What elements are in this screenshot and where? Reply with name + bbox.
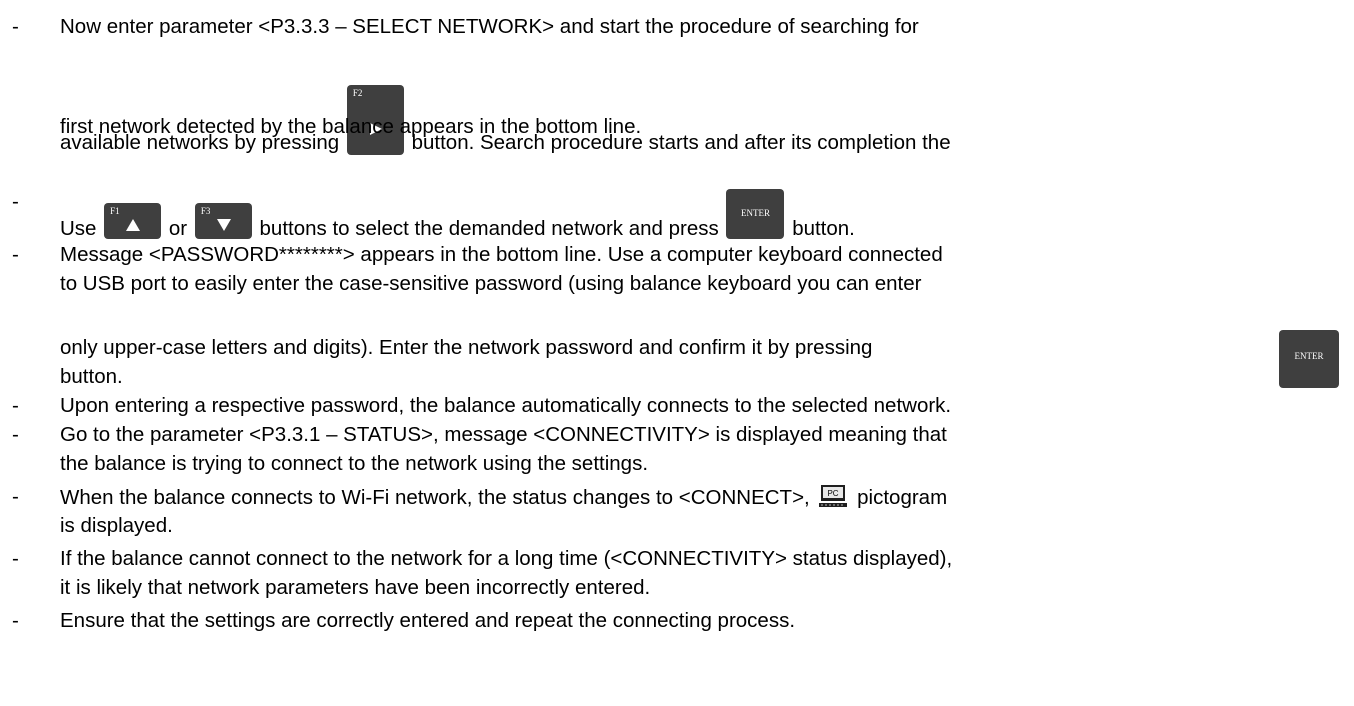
text-line: only upper-case letters and digits). Ent… xyxy=(60,336,873,359)
svg-text:PC: PC xyxy=(828,489,839,498)
bullet: - xyxy=(12,394,19,417)
bullet: - xyxy=(12,485,19,508)
text-line: is displayed. xyxy=(60,514,173,537)
enter-key-icon: ENTER xyxy=(726,189,785,239)
text-line: it is likely that network parameters hav… xyxy=(60,576,651,599)
list-item: - If the balance cannot connect to the n… xyxy=(12,546,1342,600)
enter-key-icon: ENTER xyxy=(1279,330,1339,388)
text-line: to USB port to easily enter the case-sen… xyxy=(60,272,922,295)
list-item: - Go to the parameter <P3.3.1 – STATUS>,… xyxy=(12,422,1342,476)
down-arrow-icon xyxy=(216,219,231,231)
list-item: - Use F1 or F3 buttons to select the dem… xyxy=(12,177,1342,240)
pc-icon: PC xyxy=(819,484,848,514)
text-line: Ensure that the settings are correctly e… xyxy=(60,609,796,632)
list-item: - When the balance connects to Wi-Fi net… xyxy=(12,484,1342,538)
bullet: - xyxy=(12,190,19,213)
text-line: When the balance connects to Wi-Fi netwo… xyxy=(60,484,947,514)
bullet: - xyxy=(12,423,19,446)
f3-key-icon: F3 xyxy=(194,203,252,239)
text-line: the balance is trying to connect to the … xyxy=(60,452,649,475)
document-page: - Now enter parameter <P3.3.3 – SELECT N… xyxy=(0,0,1354,706)
text-line: If the balance cannot connect to the net… xyxy=(60,547,953,570)
bullet: - xyxy=(12,609,19,632)
f1-key-icon: F1 xyxy=(104,203,162,239)
text-line: first network detected by the balance ap… xyxy=(60,115,642,138)
list-item: - Upon entering a respective password, t… xyxy=(12,393,1342,419)
text-line: Use F1 or F3 buttons to select the deman… xyxy=(60,189,855,241)
bullet: - xyxy=(12,547,19,570)
up-arrow-icon xyxy=(126,219,141,231)
list-item: - Ensure that the settings are correctly… xyxy=(12,608,1342,634)
text-line: button. xyxy=(60,365,123,388)
text-line: Now enter parameter <P3.3.3 – SELECT NET… xyxy=(60,15,919,38)
text-line: Message <PASSWORD********> appears in th… xyxy=(60,243,943,266)
text-line: Upon entering a respective password, the… xyxy=(60,394,952,417)
bullet: - xyxy=(12,15,19,38)
text-line: Go to the parameter <P3.3.1 – STATUS>, m… xyxy=(60,423,947,446)
bullet: - xyxy=(12,243,19,266)
list-item: - Now enter parameter <P3.3.3 – SELECT N… xyxy=(12,11,1342,161)
list-item: - Message <PASSWORD********> appears in … xyxy=(12,242,1342,388)
